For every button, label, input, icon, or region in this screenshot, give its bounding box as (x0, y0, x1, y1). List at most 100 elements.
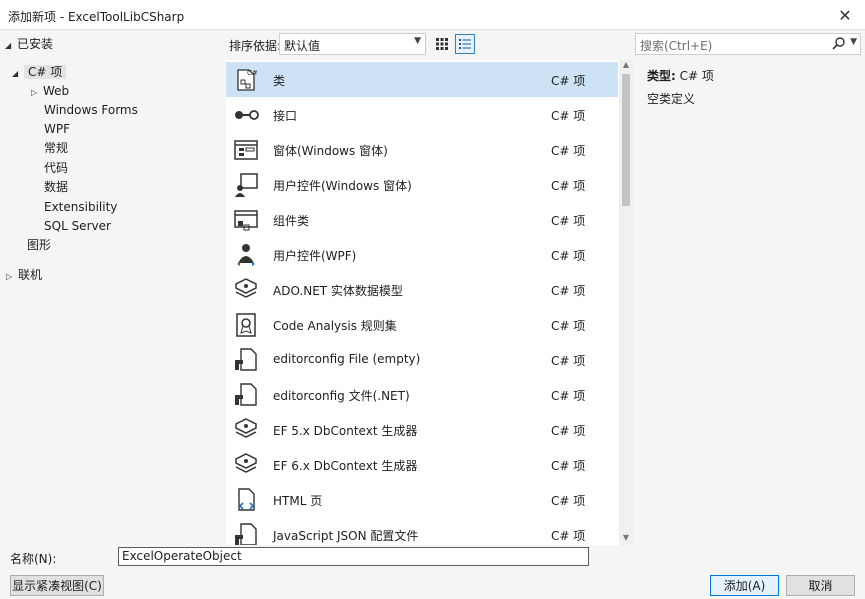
tree-node-code[interactable]: 代码 (44, 159, 68, 178)
window-title: 添加新项 - ExcelToolLibCSharp (8, 10, 185, 24)
tree-node-data[interactable]: 数据 (44, 178, 68, 197)
item-name: 接口 (273, 109, 298, 123)
list-item[interactable]: editorconfig File (empty) C# 项 (226, 342, 618, 377)
item-language: C# 项 (551, 74, 586, 88)
item-name: ADO.NET 实体数据模型 (273, 284, 403, 298)
list-item[interactable]: 用户控件(Windows 窗体) C# 项 (226, 167, 618, 202)
expanded-arrow-icon[interactable]: ◢ (5, 36, 17, 55)
item-language: C# 项 (551, 459, 586, 473)
details-panel: 类型: C# 项 空类定义 (640, 60, 860, 545)
item-template-list: C# 类 C# 项 接口 C# 项 窗体(Windows 窗体) C# 项 用户… (226, 60, 633, 545)
item-language: C# 项 (551, 354, 586, 368)
search-icon[interactable] (832, 36, 846, 53)
item-language: C# 项 (551, 424, 586, 438)
item-type-label: 类型: (647, 69, 676, 83)
collapsed-arrow-icon[interactable]: ▷ (6, 267, 18, 286)
list-item[interactable]: editorconfig 文件(.NET) C# 项 (226, 377, 618, 412)
data-model-icon (235, 278, 257, 298)
list-item[interactable]: EF 5.x DbContext 生成器 C# 项 (226, 412, 618, 447)
add-button[interactable]: 添加(A) (710, 575, 779, 596)
grid-view-icon (436, 38, 448, 50)
chevron-down-icon[interactable]: ▼ (850, 37, 857, 47)
list-view-icon (459, 39, 471, 49)
list-view-button[interactable] (455, 34, 475, 54)
scroll-down-icon[interactable]: ▼ (619, 533, 633, 545)
item-description: 空类定义 (647, 92, 696, 106)
grid-view-button[interactable] (432, 34, 452, 54)
svg-text:C#: C# (247, 69, 258, 77)
editorconfig-icon (235, 348, 257, 371)
list-item[interactable]: HTML 页 C# 项 (226, 482, 618, 517)
item-language: C# 项 (551, 249, 586, 263)
tree-node-wpf[interactable]: WPF (44, 120, 70, 139)
item-language: C# 项 (551, 284, 586, 298)
tree-node-csharp-items[interactable]: ◢ C# 项 (12, 63, 67, 83)
item-language: C# 项 (551, 389, 586, 403)
item-type: 类型: C# 项 (647, 67, 714, 84)
sort-label: 排序依据: (229, 39, 282, 53)
list-item[interactable]: 窗体(Windows 窗体) C# 项 (226, 132, 618, 167)
item-name: 窗体(Windows 窗体) (273, 144, 388, 158)
list-item[interactable]: ADO.NET 实体数据模型 C# 项 (226, 272, 618, 307)
compact-view-button[interactable]: 显示紧凑视图(C) (10, 575, 104, 596)
tree-node-extensibility[interactable]: Extensibility (44, 198, 117, 217)
html-icon (238, 488, 255, 511)
title-bar: 添加新项 - ExcelToolLibCSharp ✕ (0, 0, 865, 30)
cancel-button[interactable]: 取消 (786, 575, 855, 596)
item-name: 用户控件(Windows 窗体) (273, 179, 412, 193)
tree-node-label: SQL Server (44, 219, 111, 233)
item-language: C# 项 (551, 179, 586, 193)
expanded-arrow-icon[interactable]: ◢ (12, 64, 24, 83)
tree-node-windows-forms[interactable]: Windows Forms (44, 101, 138, 120)
data-model-icon (235, 453, 257, 473)
list-item[interactable]: 接口 C# 项 (226, 97, 618, 132)
tree-node-installed[interactable]: ◢ 已安装 (5, 35, 53, 54)
tree-node-sql-server[interactable]: SQL Server (44, 217, 111, 236)
list-item[interactable]: EF 6.x DbContext 生成器 C# 项 (226, 447, 618, 482)
item-name: editorconfig File (empty) (273, 352, 421, 366)
item-language: C# 项 (551, 109, 586, 123)
category-tree: ◢ 已安装 ◢ C# 项 ▷ Web Windows Forms WPF 常规 代码 … (0, 30, 226, 540)
tree-node-label: WPF (44, 122, 71, 136)
item-name: editorconfig 文件(.NET) (273, 389, 410, 403)
tree-node-general[interactable]: 常规 (44, 139, 68, 158)
search-input[interactable]: 搜索(Ctrl+E) ▼ (635, 33, 861, 55)
tree-node-label: 联机 (18, 268, 43, 282)
collapsed-arrow-icon[interactable]: ▷ (31, 83, 43, 102)
list-scrollbar[interactable]: ▲ ▼ (619, 60, 633, 545)
name-label: 名称(N): (10, 552, 57, 566)
item-name: EF 5.x DbContext 生成器 (273, 424, 418, 438)
item-language: C# 项 (551, 214, 586, 228)
tree-node-label: C# 项 (24, 65, 67, 79)
name-input[interactable]: ExcelOperateObject (118, 547, 589, 566)
close-button[interactable]: ✕ (825, 0, 865, 30)
item-language: C# 项 (551, 529, 586, 543)
item-language: C# 项 (551, 494, 586, 508)
item-language: C# 项 (551, 319, 586, 333)
tree-node-label: Web (43, 84, 70, 98)
item-name: 组件类 (273, 214, 310, 228)
list-item[interactable]: 用户控件(WPF) C# 项 (226, 237, 618, 272)
sort-dropdown-value: 默认值 (284, 39, 321, 53)
tree-node-graphics[interactable]: 图形 (27, 236, 51, 255)
scrollbar-thumb[interactable] (622, 74, 630, 206)
item-name: 用户控件(WPF) (273, 249, 357, 263)
sort-dropdown[interactable]: 默认值 ▼ (279, 33, 426, 55)
list-item[interactable]: Code Analysis 规则集 C# 项 (226, 307, 618, 342)
search-placeholder: 搜索(Ctrl+E) (640, 39, 713, 53)
item-name: JavaScript JSON 配置文件 (273, 529, 419, 543)
tree-node-label: 图形 (27, 238, 52, 252)
user-control-icon (235, 173, 258, 197)
wpf-user-control-icon (237, 244, 255, 266)
list-item[interactable]: C# 类 C# 项 (226, 62, 618, 97)
tree-node-label: 数据 (44, 180, 69, 194)
chevron-down-icon: ▼ (414, 36, 421, 46)
item-name: EF 6.x DbContext 生成器 (273, 459, 418, 473)
list-item[interactable]: 组件类 C# 项 (226, 202, 618, 237)
item-language: C# 项 (551, 144, 586, 158)
editorconfig-icon (235, 383, 257, 406)
tree-node-online[interactable]: ▷ 联机 (6, 266, 42, 285)
list-item[interactable]: JavaScript JSON 配置文件 C# 项 (226, 517, 618, 545)
tree-node-web[interactable]: ▷ Web (31, 82, 69, 101)
scroll-up-icon[interactable]: ▲ (619, 60, 633, 72)
